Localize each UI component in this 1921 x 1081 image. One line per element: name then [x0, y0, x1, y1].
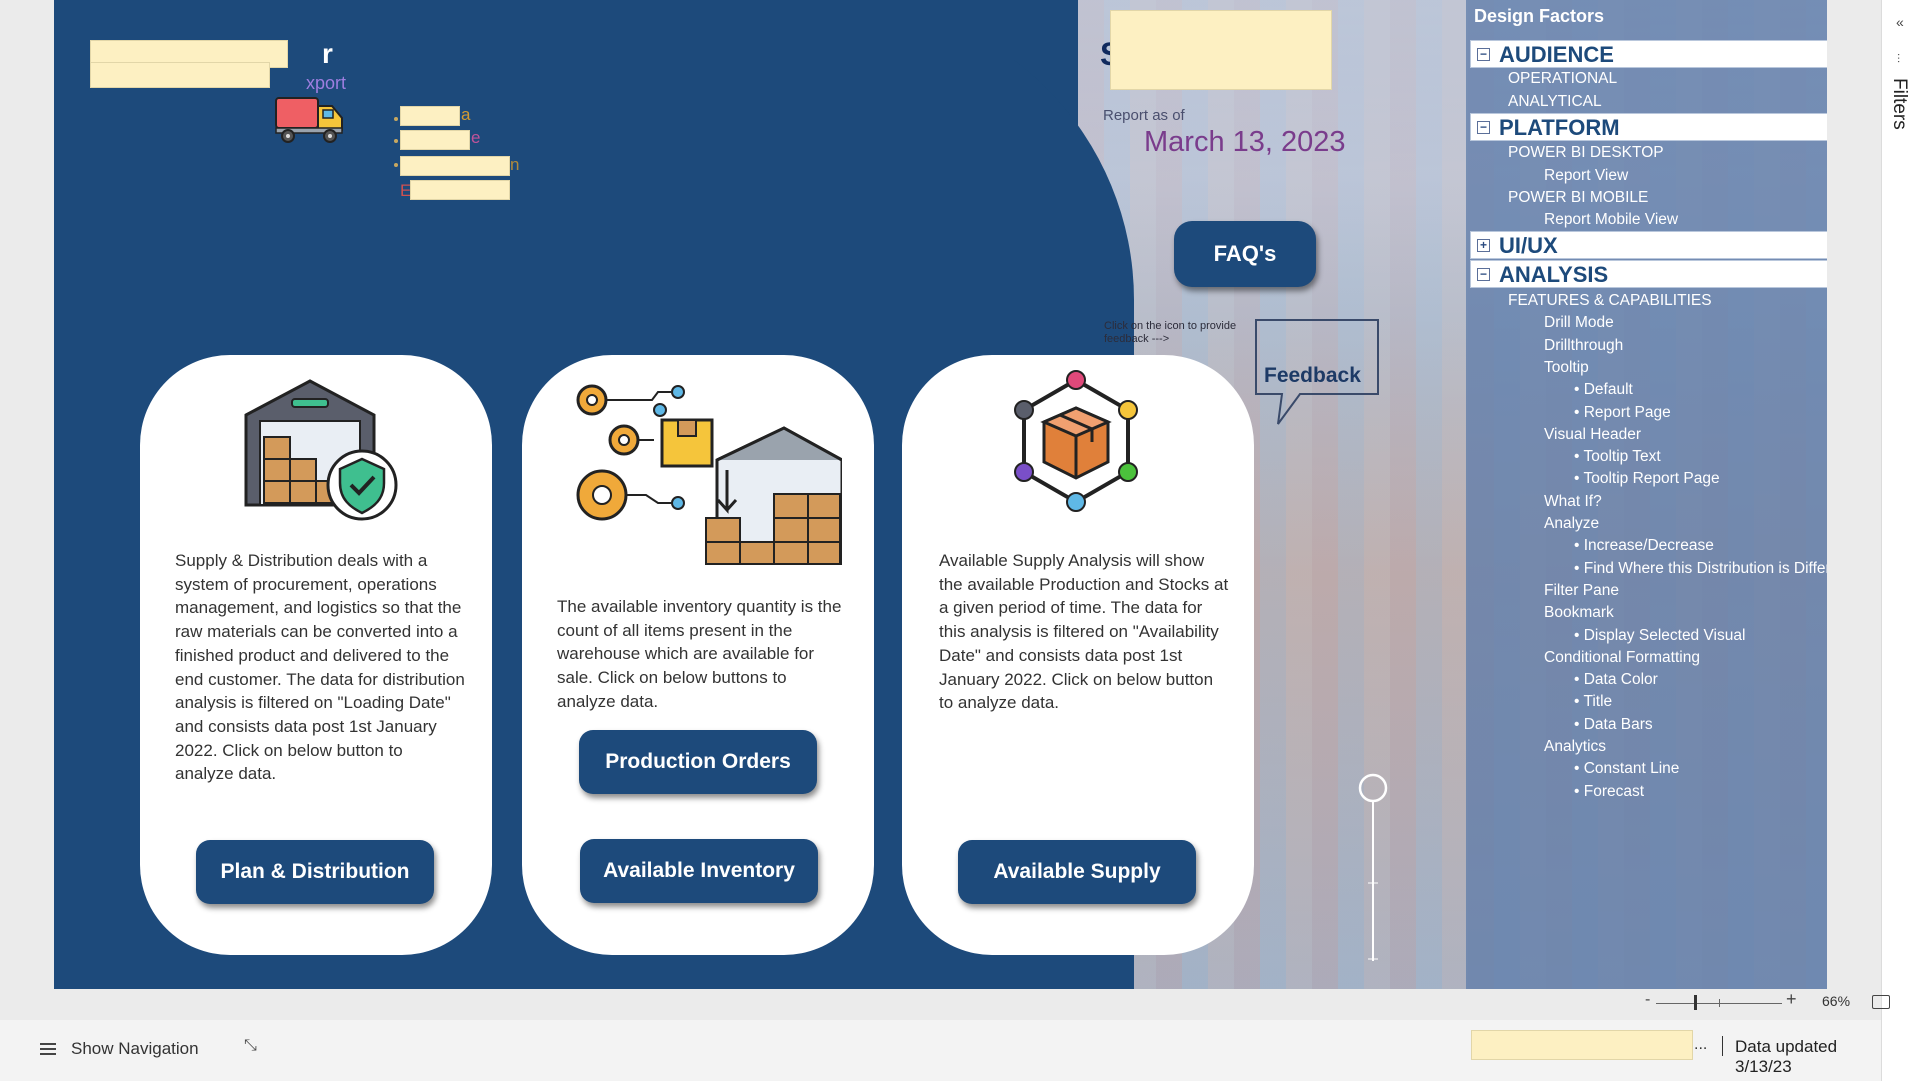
tree-item[interactable]: POWER BI DESKTOP	[1508, 144, 1827, 166]
legend-item-tail: n	[510, 155, 520, 174]
tree-item[interactable]: Analytics	[1544, 738, 1827, 760]
tree-section-platform[interactable]: − PLATFORM	[1470, 113, 1827, 141]
tree-item[interactable]: Report View	[1544, 167, 1827, 189]
tree-item[interactable]: Drill Mode	[1544, 314, 1827, 336]
filters-pane-collapsed[interactable]: « ⫶ Filters	[1881, 0, 1921, 1081]
tree-item[interactable]: Analyze	[1544, 515, 1827, 537]
zoom-slider-tick	[1719, 999, 1720, 1007]
expand-icon[interactable]: +	[1477, 239, 1490, 252]
legend-item-redacted	[400, 106, 460, 126]
available-supply-card: Available Supply Analysis will show the …	[902, 355, 1254, 955]
collapse-arrows-icon[interactable]: ⤡	[244, 1037, 257, 1055]
zoom-level: 66%	[1822, 993, 1851, 1009]
filters-label[interactable]: Filters	[1888, 78, 1910, 130]
dashboard-title-redacted	[1110, 10, 1332, 90]
tree-item[interactable]: What If?	[1544, 493, 1827, 515]
report-viewer: r xport a e n E S Report as of March 13,	[0, 0, 1921, 1081]
tree-item[interactable]: Report Mobile View	[1544, 211, 1827, 233]
show-navigation-button[interactable]: Show Navigation	[71, 1039, 199, 1059]
tree-section-audience[interactable]: − AUDIENCE	[1470, 40, 1827, 68]
report-subtitle-redacted	[90, 62, 270, 88]
section-label: AUDIENCE	[1499, 42, 1614, 67]
report-subtitle-tail: xport	[306, 73, 347, 93]
legend-bullet	[394, 139, 398, 143]
panel-title: Design Factors	[1474, 6, 1605, 26]
tree-item[interactable]: Tooltip	[1544, 359, 1827, 381]
tree-section-uiux[interactable]: + UI/UX	[1470, 231, 1827, 259]
section-label: UI/UX	[1499, 233, 1558, 258]
available-inventory-button[interactable]: Available Inventory	[580, 839, 818, 903]
fit-to-page-icon[interactable]	[1872, 995, 1890, 1009]
vertical-slider-decoration[interactable]	[1358, 773, 1388, 973]
data-updated-label: Data updated 3/13/23	[1735, 1037, 1838, 1076]
legend-bullet	[394, 117, 398, 121]
tree-item[interactable]: • Constant Line	[1574, 760, 1827, 782]
tree-item[interactable]: FEATURES & CAPABILITIES	[1508, 292, 1827, 314]
faq-button[interactable]: FAQ's	[1174, 221, 1316, 287]
tree-item[interactable]: • Tooltip Text	[1574, 448, 1827, 470]
zoom-out-button[interactable]: -	[1645, 991, 1650, 1009]
tree-item[interactable]: Filter Pane	[1544, 582, 1827, 604]
feedback-label[interactable]: Feedback	[1264, 364, 1361, 388]
box-network-icon	[1014, 370, 1138, 512]
tree-section-analysis[interactable]: − ANALYSIS	[1470, 260, 1827, 288]
legend-item-redacted	[410, 180, 510, 200]
tree-item[interactable]: Visual Header	[1544, 426, 1827, 448]
filter-icon: ⫶	[1897, 52, 1901, 66]
production-orders-button[interactable]: Production Orders	[579, 730, 817, 794]
report-date: March 13, 2023	[1144, 126, 1346, 158]
tree-item[interactable]: • Find Where this Distribution is Differ…	[1574, 560, 1827, 582]
collapse-icon[interactable]: −	[1477, 268, 1490, 281]
collapse-icon[interactable]: −	[1477, 48, 1490, 61]
legend-item-tail: a	[461, 105, 471, 124]
expand-pane-icon[interactable]: «	[1896, 14, 1904, 30]
tree-item[interactable]: • Forecast	[1574, 783, 1827, 805]
tree-item[interactable]: OPERATIONAL	[1508, 70, 1827, 92]
section-label: ANALYSIS	[1499, 262, 1609, 287]
tree-item[interactable]: POWER BI MOBILE	[1508, 189, 1827, 211]
card-description: The available inventory quantity is the …	[557, 597, 842, 711]
legend-bullet	[394, 163, 398, 167]
report-title-tail: r	[322, 38, 333, 69]
available-supply-button[interactable]: Available Supply	[958, 840, 1196, 904]
status-divider	[1722, 1036, 1723, 1056]
report-canvas: r xport a e n E S Report as of March 13,	[54, 0, 1827, 989]
tree-item[interactable]: Drillthrough	[1544, 337, 1827, 359]
zoom-bar: - + 66%	[0, 989, 1890, 1020]
report-name-redacted	[1471, 1030, 1693, 1060]
inventory-card: The available inventory quantity is the …	[522, 355, 874, 955]
feedback-hint-text: Click on the icon to provide feedback --…	[1104, 320, 1237, 345]
tree-item[interactable]: • Title	[1574, 693, 1827, 715]
collapse-icon[interactable]: −	[1477, 121, 1490, 134]
tree-item[interactable]: • Display Selected Visual	[1574, 627, 1827, 649]
report-as-of-label: Report as of	[1103, 107, 1185, 124]
gears-warehouse-icon	[576, 384, 842, 565]
tree-item[interactable]: • Report Page	[1574, 404, 1827, 426]
tree-item[interactable]: • Default	[1574, 381, 1827, 403]
legend-item-tail: e	[471, 128, 481, 147]
status-ellipsis: ...	[1694, 1036, 1708, 1053]
tree-item[interactable]: • Increase/Decrease	[1574, 537, 1827, 559]
truck-icon	[275, 97, 343, 143]
plan-distribution-button[interactable]: Plan & Distribution	[196, 840, 434, 904]
zoom-slider-thumb[interactable]	[1694, 995, 1697, 1010]
tree-item[interactable]: • Data Color	[1574, 671, 1827, 693]
tree-item[interactable]: Bookmark	[1544, 604, 1827, 626]
warehouse-shield-icon	[244, 379, 398, 521]
card-description: Available Supply Analysis will show the …	[939, 551, 1229, 713]
design-factors-panel: Design Factors − AUDIENCE OPERATIONAL AN…	[1466, 0, 1827, 989]
tree-item[interactable]: ANALYTICAL	[1508, 93, 1827, 115]
legend-item-redacted	[400, 130, 470, 150]
status-bar: Show Navigation ⤡ ... Data updated 3/13/…	[0, 1020, 1881, 1081]
tree-item[interactable]: Conditional Formatting	[1544, 649, 1827, 671]
card-description: Supply & Distribution deals with a syste…	[175, 551, 465, 784]
section-label: PLATFORM	[1499, 115, 1620, 140]
zoom-in-button[interactable]: +	[1786, 989, 1797, 1010]
legend-item-redacted	[400, 156, 510, 176]
tree-item[interactable]: • Tooltip Report Page	[1574, 470, 1827, 492]
supply-distribution-card: Supply & Distribution deals with a syste…	[140, 355, 492, 955]
hamburger-icon[interactable]	[40, 1043, 56, 1055]
tree-item[interactable]: • Data Bars	[1574, 716, 1827, 738]
